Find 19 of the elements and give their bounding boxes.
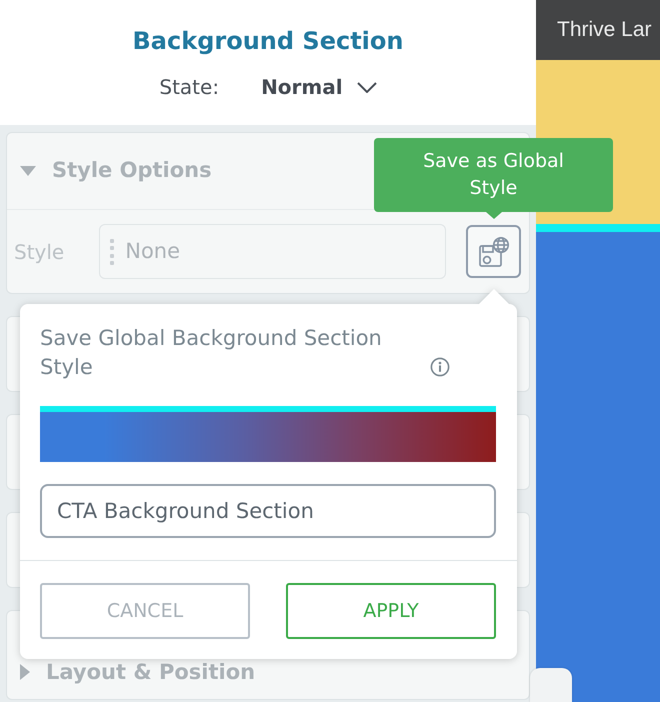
chevron-down-icon <box>356 82 377 92</box>
style-name-input[interactable]: CTA Background Section <box>40 484 496 538</box>
style-select[interactable]: None <box>99 224 446 279</box>
popover-title: Save Global Background Section Style <box>40 325 383 381</box>
save-global-style-button[interactable] <box>466 225 521 278</box>
style-label: Style <box>14 238 64 266</box>
apply-button[interactable]: APPLY <box>286 583 496 639</box>
section-header[interactable]: Layout & Position <box>7 659 529 685</box>
grip-icon <box>110 238 114 264</box>
tooltip: Save as Global Style <box>374 138 613 219</box>
cancel-button[interactable]: CANCEL <box>40 583 250 639</box>
save-globe-icon <box>478 236 510 268</box>
info-icon <box>430 357 450 377</box>
panel-title: Background Section <box>132 26 404 57</box>
caret-right-icon <box>20 664 30 680</box>
state-label: State: <box>159 74 220 101</box>
caret-down-icon <box>20 166 36 176</box>
page-title: Thrive Lar <box>557 17 652 44</box>
state-dropdown[interactable]: Normal <box>261 73 377 101</box>
